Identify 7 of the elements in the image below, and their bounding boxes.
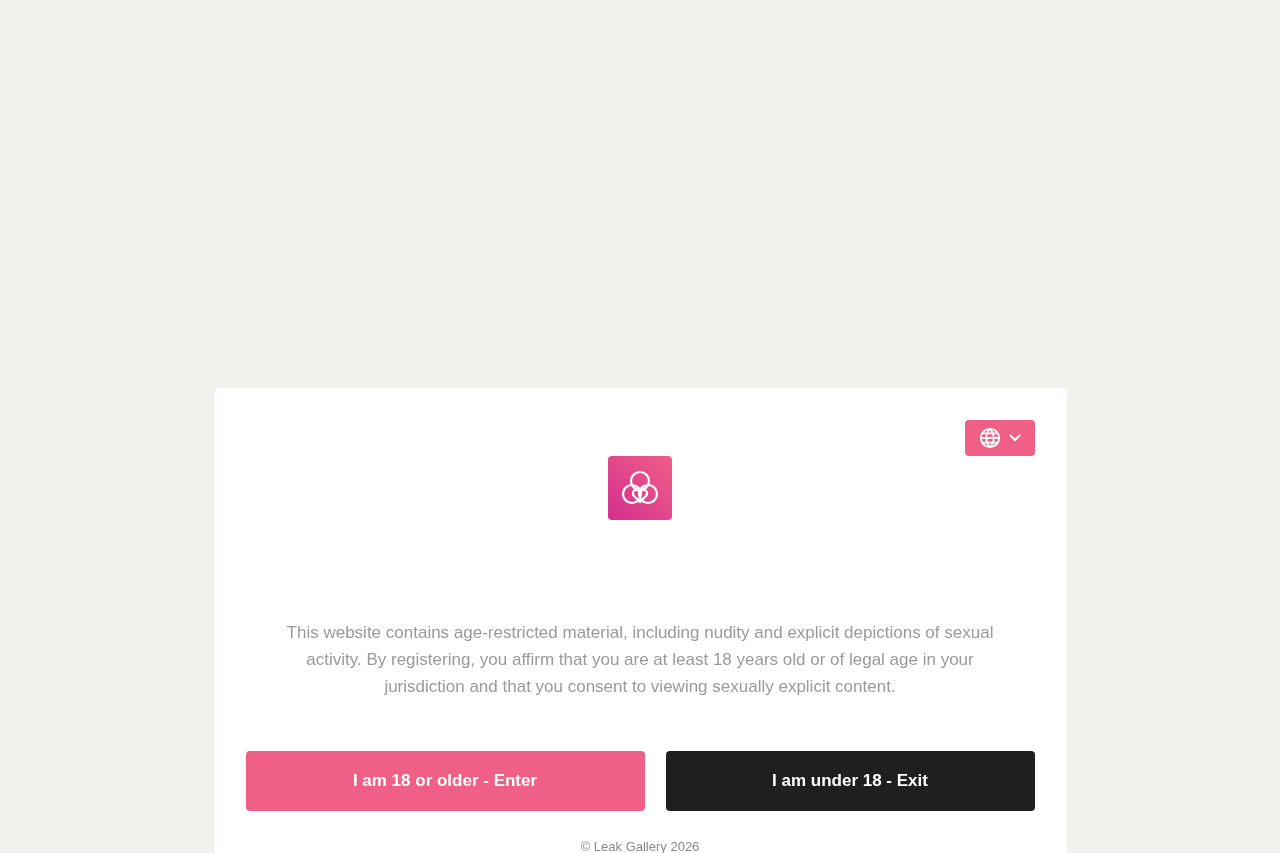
copyright-text: © Leak Gallery 2026 bbox=[579, 838, 701, 853]
chevron-down-icon bbox=[1008, 434, 1021, 442]
globe-icon bbox=[978, 427, 1001, 449]
age-notice: This website contains age-restricted material, including nudity and explicit depictions of sexual activity. By registering, you affirm that you are at least 18 years old or of legal age in your jurisdiction and that you consent to viewing sexually explicit content. bbox=[285, 622, 995, 698]
exit-button[interactable]: I am under 18 - Exit bbox=[665, 751, 1035, 811]
logo-icon bbox=[608, 456, 672, 520]
language-button[interactable] bbox=[964, 420, 1035, 456]
